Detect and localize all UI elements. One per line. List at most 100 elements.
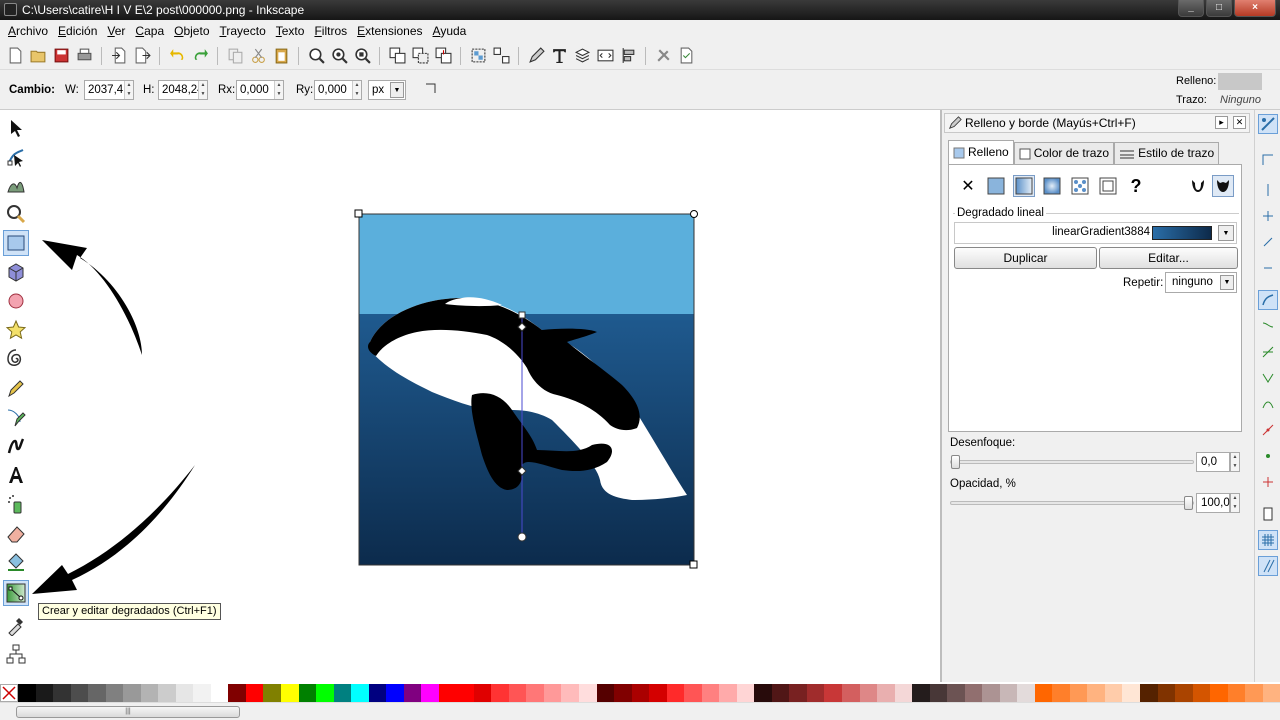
snap-rotation-center-icon[interactable] xyxy=(1258,472,1278,492)
menu-capa[interactable]: Capa xyxy=(130,24,169,38)
document-properties-icon[interactable] xyxy=(677,47,695,65)
palette-swatch[interactable] xyxy=(140,684,159,702)
gradient-start-handle[interactable] xyxy=(518,311,526,319)
snap-bbox-icon[interactable] xyxy=(1258,150,1278,170)
palette-swatch[interactable] xyxy=(1210,684,1228,702)
palette-swatch[interactable] xyxy=(18,684,36,702)
group-icon[interactable] xyxy=(469,47,487,65)
menu-archivo[interactable]: Archivo xyxy=(3,24,53,38)
connector-tool-icon[interactable] xyxy=(3,641,29,667)
palette-swatch[interactable] xyxy=(491,684,509,702)
pen-tool-icon[interactable] xyxy=(3,404,29,430)
fill-stroke-dialog-icon[interactable] xyxy=(527,47,545,65)
dialog-close-button[interactable]: ✕ xyxy=(1233,116,1246,129)
tab-stroke-paint[interactable]: Color de trazo xyxy=(1013,142,1115,164)
edit-gradient-button[interactable]: Editar... xyxy=(1099,247,1238,269)
dropper-tool-icon[interactable] xyxy=(3,612,29,638)
dialog-iconify-button[interactable]: ▸ xyxy=(1215,116,1228,129)
blur-slider[interactable] xyxy=(950,455,1194,469)
palette-swatch[interactable] xyxy=(403,684,422,702)
palette-swatch[interactable] xyxy=(1227,684,1246,702)
palette-swatch[interactable] xyxy=(70,684,89,702)
calligraphy-tool-icon[interactable] xyxy=(3,433,29,459)
palette-swatch[interactable] xyxy=(736,684,755,702)
redo-icon[interactable] xyxy=(191,47,209,65)
palette-swatch[interactable] xyxy=(1052,684,1070,702)
palette-swatch[interactable] xyxy=(298,684,317,702)
paste-icon[interactable] xyxy=(272,47,290,65)
xml-editor-icon[interactable] xyxy=(596,47,614,65)
palette-swatch[interactable] xyxy=(1175,684,1193,702)
height-stepper[interactable]: ▲ ▼ xyxy=(198,81,207,99)
snap-bbox-midpoint-icon[interactable] xyxy=(1258,232,1278,252)
style-indicator[interactable]: Relleno: Trazo: Ninguno xyxy=(1168,72,1280,110)
palette-swatch[interactable] xyxy=(964,684,983,702)
palette-swatch[interactable] xyxy=(175,684,194,702)
palette-swatch[interactable] xyxy=(719,684,737,702)
opacity-slider-handle[interactable] xyxy=(1184,496,1193,510)
preferences-icon[interactable] xyxy=(654,47,672,65)
snap-paths-icon[interactable] xyxy=(1258,316,1278,336)
tab-stroke-style[interactable]: Estilo de trazo xyxy=(1114,142,1220,164)
menu-filtros[interactable]: Filtros xyxy=(309,24,352,38)
palette-swatch[interactable] xyxy=(263,684,281,702)
snap-nodes-icon[interactable] xyxy=(1258,290,1278,310)
tweak-tool-icon[interactable] xyxy=(3,172,29,198)
palette-swatch[interactable] xyxy=(789,684,807,702)
repeat-select[interactable]: ninguno ▼ xyxy=(1165,272,1237,293)
menu-ver[interactable]: Ver xyxy=(102,24,130,38)
import-icon[interactable] xyxy=(110,47,128,65)
palette-swatch[interactable] xyxy=(123,684,141,702)
new-document-icon[interactable] xyxy=(6,47,24,65)
align-distribute-icon[interactable] xyxy=(619,47,637,65)
save-icon[interactable] xyxy=(52,47,70,65)
snap-grid-icon[interactable] xyxy=(1258,530,1278,550)
palette-swatch[interactable] xyxy=(228,684,246,702)
palette-swatch[interactable] xyxy=(947,684,965,702)
text-font-dialog-icon[interactable] xyxy=(550,47,568,65)
resize-handle[interactable] xyxy=(690,210,698,218)
snap-intersections-icon[interactable] xyxy=(1258,342,1278,362)
snap-midpoints-icon[interactable] xyxy=(1258,420,1278,440)
blur-stepper[interactable]: ▲ ▼ xyxy=(1230,452,1240,472)
palette-swatch[interactable] xyxy=(806,684,825,702)
opacity-slider[interactable] xyxy=(950,496,1194,510)
palette-swatch[interactable] xyxy=(684,684,702,702)
palette-swatch[interactable] xyxy=(386,684,404,702)
not-rounded-button[interactable] xyxy=(424,82,438,94)
palette-swatch[interactable] xyxy=(316,684,334,702)
menu-extensiones[interactable]: Extensiones xyxy=(352,24,427,38)
palette-swatch[interactable] xyxy=(771,684,790,702)
ungroup-icon[interactable] xyxy=(492,47,510,65)
fill-rule-nonzero-button[interactable] xyxy=(1212,175,1234,197)
palette-swatch[interactable] xyxy=(841,684,860,702)
menu-trayecto[interactable]: Trayecto xyxy=(215,24,271,38)
palette-swatch[interactable] xyxy=(333,684,352,702)
palette-swatch[interactable] xyxy=(526,684,544,702)
ellipse-tool-icon[interactable] xyxy=(3,288,29,314)
palette-swatch[interactable] xyxy=(754,684,772,702)
palette-swatch[interactable] xyxy=(614,684,632,702)
drawing-canvas[interactable] xyxy=(32,110,940,682)
palette-swatch[interactable] xyxy=(649,684,667,702)
palette-swatch[interactable] xyxy=(824,684,842,702)
menu-texto[interactable]: Texto xyxy=(271,24,310,38)
zoom-tool-icon[interactable] xyxy=(3,201,29,227)
no-paint-button[interactable]: ✕ xyxy=(957,175,979,197)
fill-rule-evenodd-button[interactable] xyxy=(1187,175,1209,197)
palette-swatch[interactable] xyxy=(1157,684,1176,702)
duplicate-gradient-button[interactable]: Duplicar xyxy=(954,247,1097,269)
palette-swatch[interactable] xyxy=(982,684,1000,702)
palette-swatch[interactable] xyxy=(193,684,211,702)
palette-swatch[interactable] xyxy=(596,684,615,702)
resize-handle[interactable] xyxy=(354,209,363,218)
palette-swatch[interactable] xyxy=(1245,684,1263,702)
close-window-button[interactable]: × xyxy=(1234,0,1276,17)
snap-smooth-nodes-icon[interactable] xyxy=(1258,394,1278,414)
palette-swatch[interactable] xyxy=(1017,684,1035,702)
snap-enable-icon[interactable] xyxy=(1258,114,1278,134)
palette-swatch[interactable] xyxy=(579,684,597,702)
zoom-page-icon[interactable] xyxy=(353,47,371,65)
snap-bbox-corner-icon[interactable] xyxy=(1258,206,1278,226)
menu-edicion[interactable]: Edición xyxy=(53,24,102,38)
